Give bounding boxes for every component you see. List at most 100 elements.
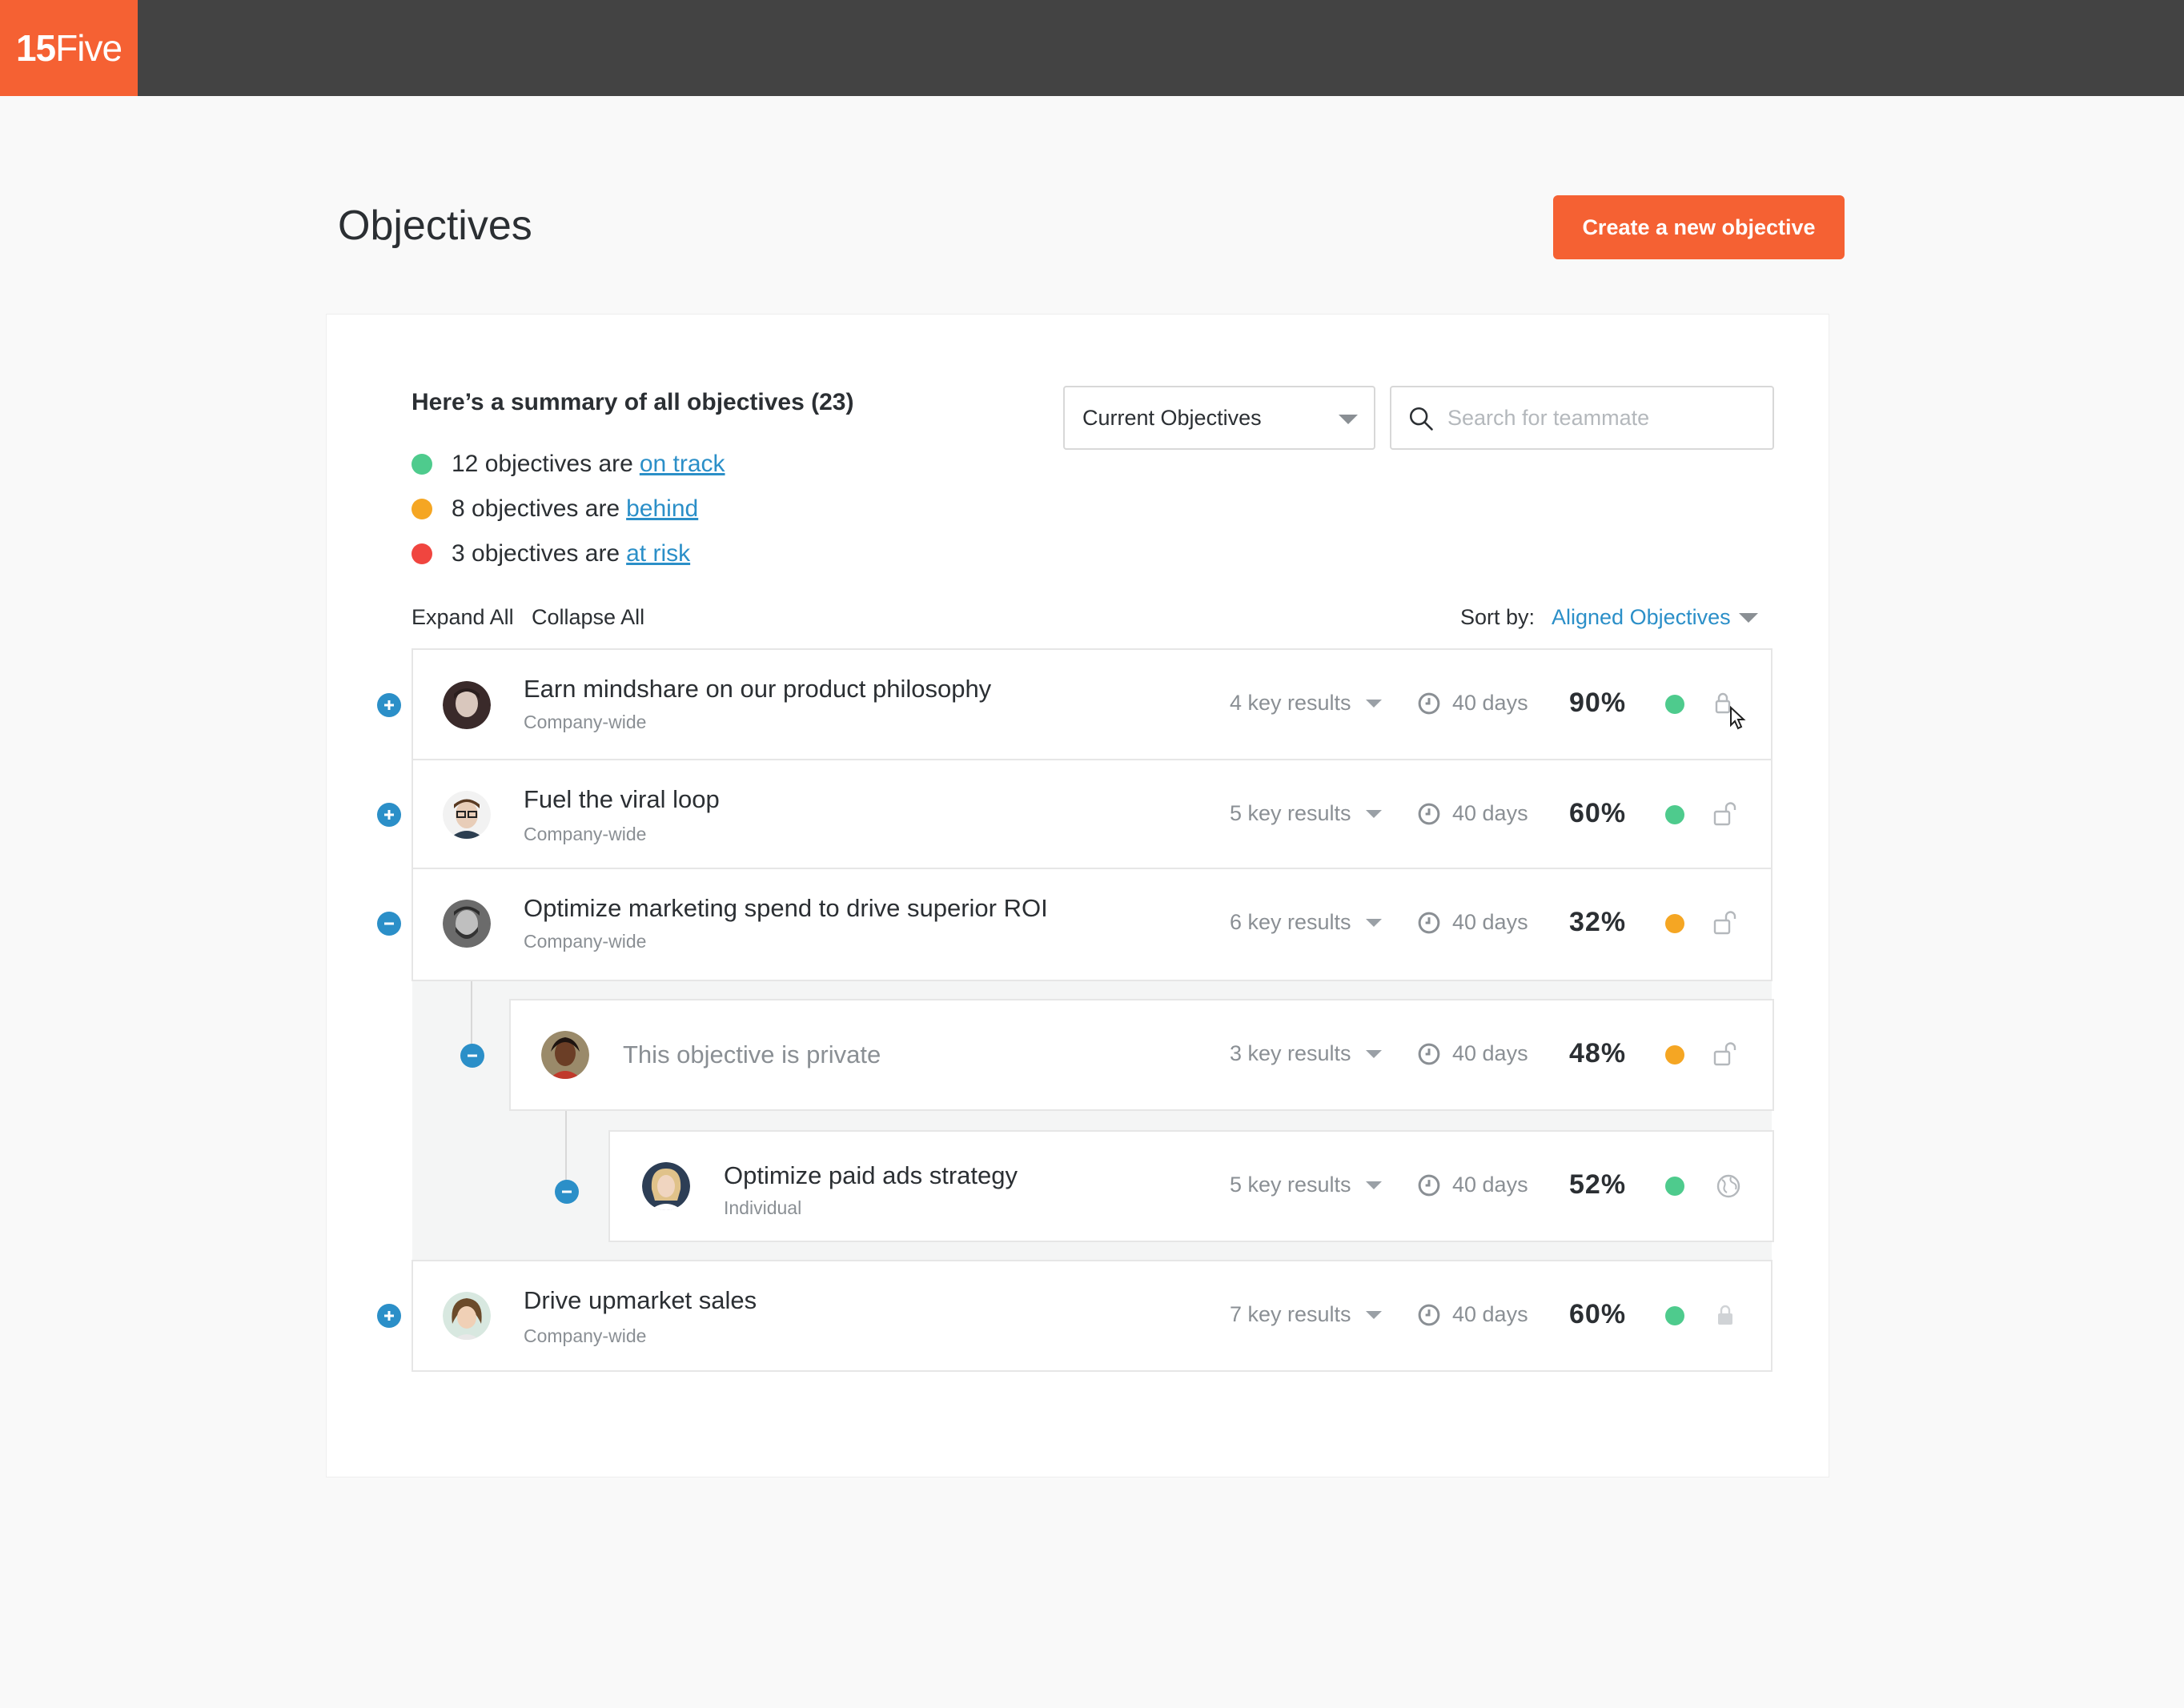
plus-icon <box>384 810 394 820</box>
create-objective-button[interactable]: Create a new objective <box>1553 195 1845 259</box>
status-dot <box>1665 695 1684 714</box>
tree-connector <box>471 980 472 1052</box>
unlock-icon[interactable] <box>1712 1040 1739 1068</box>
progress-percent: 52% <box>1569 1169 1627 1200</box>
tree-connector <box>565 1109 567 1185</box>
objective-scope: Individual <box>724 1197 802 1218</box>
key-results-dropdown[interactable]: 3 key results <box>1230 1041 1382 1066</box>
status-dot <box>1665 1306 1684 1325</box>
summary-at-risk-text: 3 objectives are <box>452 540 620 567</box>
collapse-all-button[interactable]: Collapse All <box>532 605 644 630</box>
app-logo[interactable]: 15 Five <box>0 0 138 96</box>
avatar[interactable] <box>541 1031 589 1079</box>
objective-row[interactable] <box>412 648 1772 760</box>
progress-percent: 60% <box>1569 798 1627 828</box>
objective-row[interactable] <box>412 759 1772 869</box>
unlock-icon[interactable] <box>1712 909 1739 936</box>
chevron-down-icon <box>1365 1181 1382 1189</box>
time-remaining: 40 days <box>1417 1041 1528 1066</box>
objective-scope: Company-wide <box>524 824 647 844</box>
collapse-toggle[interactable] <box>460 1044 484 1068</box>
behind-link[interactable]: behind <box>626 495 698 523</box>
time-remaining: 40 days <box>1417 910 1528 935</box>
objective-title[interactable]: Drive upmarket sales <box>524 1286 757 1315</box>
at-risk-dot <box>412 543 432 564</box>
objective-title[interactable]: This objective is private <box>623 1040 881 1069</box>
clock-icon <box>1418 1304 1440 1325</box>
clock-icon <box>1418 692 1440 714</box>
minus-icon <box>384 922 394 925</box>
days-left: 40 days <box>1452 1302 1528 1326</box>
days-left: 40 days <box>1452 910 1528 934</box>
expand-all-button[interactable]: Expand All <box>412 605 514 630</box>
period-select-value: Current Objectives <box>1082 405 1262 430</box>
status-dot <box>1665 914 1684 933</box>
expand-toggle[interactable] <box>377 1304 401 1328</box>
summary-on-track-text: 12 objectives are <box>452 451 633 477</box>
days-left: 40 days <box>1452 691 1528 715</box>
key-results-dropdown[interactable]: 5 key results <box>1230 801 1382 826</box>
sort-value: Aligned Objectives <box>1552 605 1731 629</box>
lock-icon[interactable] <box>1715 1303 1736 1327</box>
avatar[interactable] <box>443 681 491 729</box>
on-track-link[interactable]: on track <box>640 451 725 478</box>
clock-icon <box>1418 803 1440 824</box>
unlock-icon[interactable] <box>1712 800 1739 828</box>
chevron-down-icon <box>1365 1310 1382 1319</box>
objective-title[interactable]: Fuel the viral loop <box>524 785 720 814</box>
time-remaining: 40 days <box>1417 801 1528 826</box>
objective-title[interactable]: Optimize marketing spend to drive superi… <box>524 894 1048 923</box>
search-input[interactable] <box>1447 405 1752 431</box>
progress-percent: 32% <box>1569 907 1627 937</box>
key-results-count: 7 key results <box>1230 1302 1351 1326</box>
key-results-dropdown[interactable]: 6 key results <box>1230 910 1382 935</box>
key-results-dropdown[interactable]: 5 key results <box>1230 1173 1382 1197</box>
key-results-count: 5 key results <box>1230 1173 1351 1197</box>
time-remaining: 40 days <box>1417 1173 1528 1197</box>
avatar[interactable] <box>642 1162 690 1210</box>
key-results-dropdown[interactable]: 7 key results <box>1230 1302 1382 1327</box>
teammate-search[interactable] <box>1390 386 1774 450</box>
objective-scope: Company-wide <box>524 712 647 732</box>
chevron-down-icon <box>1365 809 1382 818</box>
avatar[interactable] <box>443 1292 491 1340</box>
sort-dropdown[interactable]: Aligned Objectives <box>1552 605 1758 630</box>
key-results-count: 5 key results <box>1230 801 1351 825</box>
progress-percent: 60% <box>1569 1299 1627 1329</box>
collapse-toggle[interactable] <box>377 912 401 936</box>
key-results-count: 3 key results <box>1230 1041 1351 1065</box>
objective-row[interactable] <box>412 868 1772 981</box>
plus-icon <box>384 1311 394 1321</box>
status-dot <box>1665 805 1684 824</box>
chevron-down-icon <box>1365 918 1382 927</box>
minus-icon <box>468 1054 477 1057</box>
time-remaining: 40 days <box>1417 1302 1528 1327</box>
objective-scope: Company-wide <box>524 931 647 952</box>
expand-toggle[interactable] <box>377 693 401 717</box>
avatar[interactable] <box>443 791 491 839</box>
clock-icon <box>1418 912 1440 933</box>
period-select[interactable]: Current Objectives <box>1063 386 1375 450</box>
collapse-toggle[interactable] <box>555 1180 579 1204</box>
chevron-down-icon <box>1365 1049 1382 1058</box>
objective-title[interactable]: Earn mindshare on our product philosophy <box>524 675 991 704</box>
globe-icon[interactable] <box>1715 1173 1742 1200</box>
key-results-count: 4 key results <box>1230 691 1351 715</box>
behind-dot <box>412 499 432 519</box>
key-results-dropdown[interactable]: 4 key results <box>1230 691 1382 716</box>
objective-row[interactable] <box>412 1260 1772 1372</box>
minus-icon <box>562 1190 572 1193</box>
chevron-down-icon <box>1339 415 1358 424</box>
lock-hover-icon[interactable] <box>1713 692 1753 736</box>
logo-word: Five <box>55 27 122 69</box>
status-dot <box>1665 1045 1684 1064</box>
chevron-down-icon <box>1365 699 1382 708</box>
expand-toggle[interactable] <box>377 803 401 827</box>
objective-title[interactable]: Optimize paid ads strategy <box>724 1161 1018 1190</box>
days-left: 40 days <box>1452 1041 1528 1065</box>
summary-behind: 8 objectives are behind <box>412 493 698 525</box>
avatar[interactable] <box>443 900 491 948</box>
days-left: 40 days <box>1452 801 1528 825</box>
at-risk-link[interactable]: at risk <box>626 540 690 567</box>
summary-title: Here’s a summary of all objectives (23) <box>412 389 854 415</box>
